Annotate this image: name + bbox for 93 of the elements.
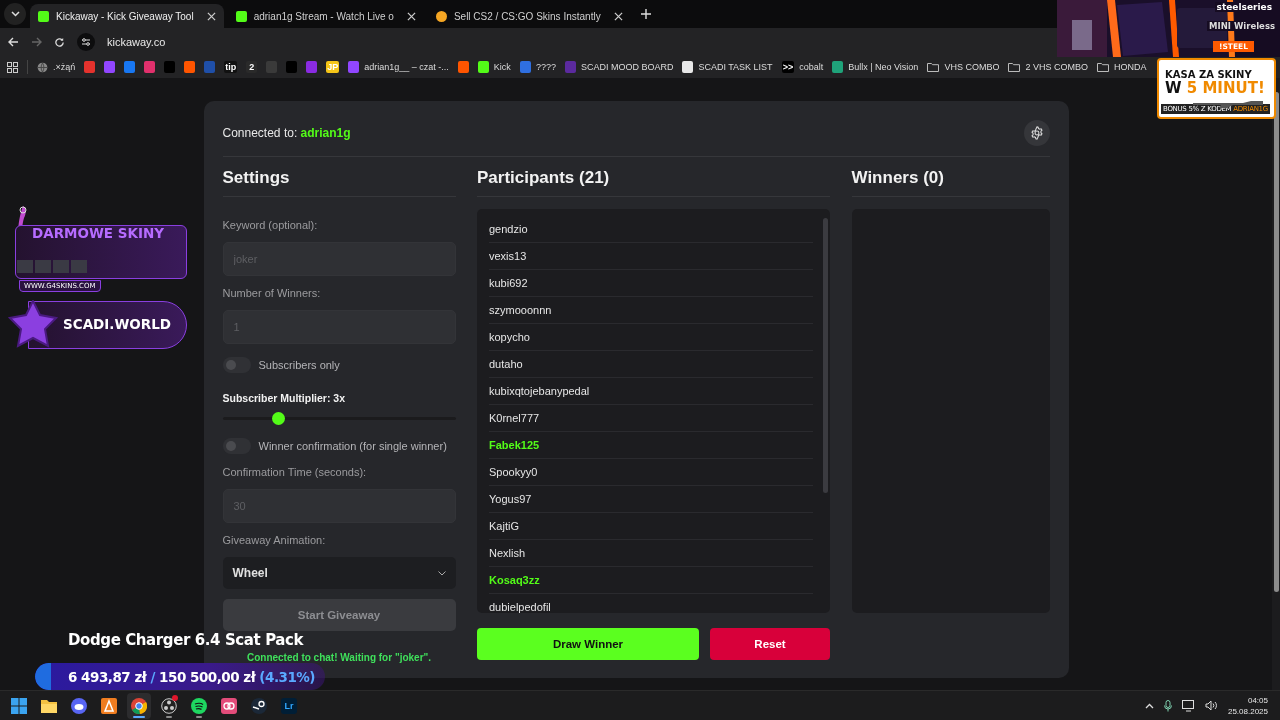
caret-icon[interactable] [1144, 702, 1154, 709]
new-tab-icon[interactable] [640, 9, 651, 19]
field-label: Confirmation Time (seconds): [222, 465, 368, 479]
speaker-icon[interactable] [1204, 700, 1218, 711]
reload-icon[interactable] [54, 36, 65, 48]
site-icon[interactable]: tip [224, 61, 238, 73]
participant-name: kopycho [489, 324, 813, 351]
browser-tab[interactable]: adrian1g Stream - Watch Live o [227, 4, 424, 28]
field-label: Keyword (optional): [222, 218, 319, 232]
bookmark-link[interactable]: Bullx | Neo Vision [832, 61, 919, 73]
apps-grid-icon[interactable] [7, 61, 18, 73]
chevron-icon [437, 570, 446, 576]
settings-button[interactable] [1023, 120, 1050, 146]
folder-icon [1008, 62, 1021, 72]
banner-title: DARMOWE SKINY [32, 225, 165, 241]
participant-name: gendzio [489, 216, 813, 243]
connection-status: Connected to: adrian1g [222, 126, 351, 140]
dropdown[interactable]: Wheel [222, 557, 456, 589]
network-icon[interactable] [1181, 699, 1195, 712]
forward-icon[interactable] [31, 37, 42, 47]
participant-name: dutaho [489, 351, 813, 378]
participant-name: K0rnel777 [489, 405, 813, 432]
skin-thumbnails-drawing [17, 260, 87, 273]
close-icon[interactable] [206, 11, 216, 21]
browser-tab[interactable]: Kickaway - Kick Giveaway Tool [30, 4, 224, 28]
participant-name: Spookyy0 [489, 459, 813, 486]
site-icon[interactable] [124, 61, 136, 73]
back-icon[interactable] [8, 37, 19, 47]
reset-button[interactable]: Reset [710, 628, 830, 660]
tab-list-button[interactable] [4, 3, 26, 25]
close-icon[interactable] [613, 11, 623, 21]
bookmark-link[interactable]: 2 VHS COMBO [1008, 62, 1088, 72]
site-info-icon[interactable] [77, 33, 95, 51]
globe-icon [37, 61, 48, 73]
participant-name: dubielpedofil [489, 594, 813, 613]
site-icon: >> [781, 61, 795, 73]
bookmark-link[interactable]: .×żąń [37, 61, 76, 73]
bookmark-link[interactable]: HONDA [1096, 62, 1147, 72]
ad-headline: KASA ZA SKINY [1165, 69, 1252, 80]
caret-icon [10, 11, 20, 17]
goal-title: Dodge Charger 6.4 Scat Pack [68, 631, 304, 649]
scrollbar[interactable] [1272, 78, 1280, 690]
product-name: MINI Wireless [1207, 21, 1277, 31]
toggle-switch[interactable] [222, 438, 251, 454]
participant-name: KajtiG [489, 513, 813, 540]
close-icon[interactable] [406, 11, 416, 21]
gear-icon [1029, 126, 1044, 140]
draw-winner-button[interactable]: Draw Winner [477, 628, 699, 660]
browser-tab[interactable]: Sell CS2 / CS:GO Skins Instantly [427, 4, 631, 28]
status-message: Connected to chat! Waiting for "joker". [245, 652, 433, 663]
slider-label: Subscriber Multiplier: 3x [222, 391, 347, 405]
site-icon[interactable] [84, 61, 96, 73]
section-title: Winners (0) [851, 159, 1050, 197]
participant-name: Fabek125 [489, 432, 813, 459]
bookmark-link[interactable]: adrian1g__ – czat -... [348, 61, 449, 73]
participant-name: szymooonnn [489, 297, 813, 324]
participant-name: Yogus97 [489, 486, 813, 513]
participant-name: Nexlish [489, 540, 813, 567]
bookmark-link[interactable]: Kick [477, 61, 511, 73]
banner-title: SCADI.WORLD [63, 316, 171, 332]
bookmark-link[interactable]: SCADI TASK LIST [682, 61, 773, 73]
ad-headline: W 5 MINUT! [1165, 80, 1265, 96]
clock-time: 04:05 [1247, 694, 1268, 706]
participant-name: kubixqtojebanypedal [489, 378, 813, 405]
bookmark-link[interactable]: VHS COMBO [927, 62, 1000, 72]
slider-thumb[interactable] [272, 412, 286, 425]
section-title: Settings [222, 159, 456, 197]
address-field[interactable]: kickaway.co [107, 36, 166, 48]
site-icon[interactable] [144, 61, 156, 73]
field-label: Giveaway Animation: [222, 533, 327, 547]
folder-icon [1096, 62, 1109, 72]
goal-amount: 6 493,87 zł / 150 500,00 zł (4.31%) [68, 668, 316, 685]
bookmark-link[interactable]: >> cobalt [781, 61, 824, 73]
toggle-switch[interactable] [222, 357, 251, 373]
clock-date: 25.08.2025 [1227, 705, 1268, 717]
site-icon[interactable] [306, 61, 318, 73]
site-icon[interactable] [104, 61, 116, 73]
toggle-label: Winner confirmation (for single winner) [258, 440, 447, 452]
participant-name: vexis13 [489, 243, 813, 270]
section-title: Participants (21) [477, 159, 830, 197]
field-label: Number of Winners: [222, 286, 322, 300]
app-icon[interactable] [127, 692, 151, 719]
site-icon[interactable]: 2 [246, 61, 258, 73]
site-icon[interactable] [457, 61, 469, 73]
bookmark-link[interactable]: ???? [519, 61, 556, 73]
site-icon[interactable] [184, 61, 196, 73]
participant-name: kubi692 [489, 270, 813, 297]
microphone-icon[interactable] [1163, 699, 1172, 712]
folder-icon [927, 62, 940, 72]
toggle-label: Subscribers only [258, 359, 340, 371]
bookmark-link[interactable]: SCADI MOOD BOARD [564, 61, 674, 73]
brand-name: steelseries [1214, 2, 1274, 12]
participant-name: Kosaq3zz [489, 567, 813, 594]
